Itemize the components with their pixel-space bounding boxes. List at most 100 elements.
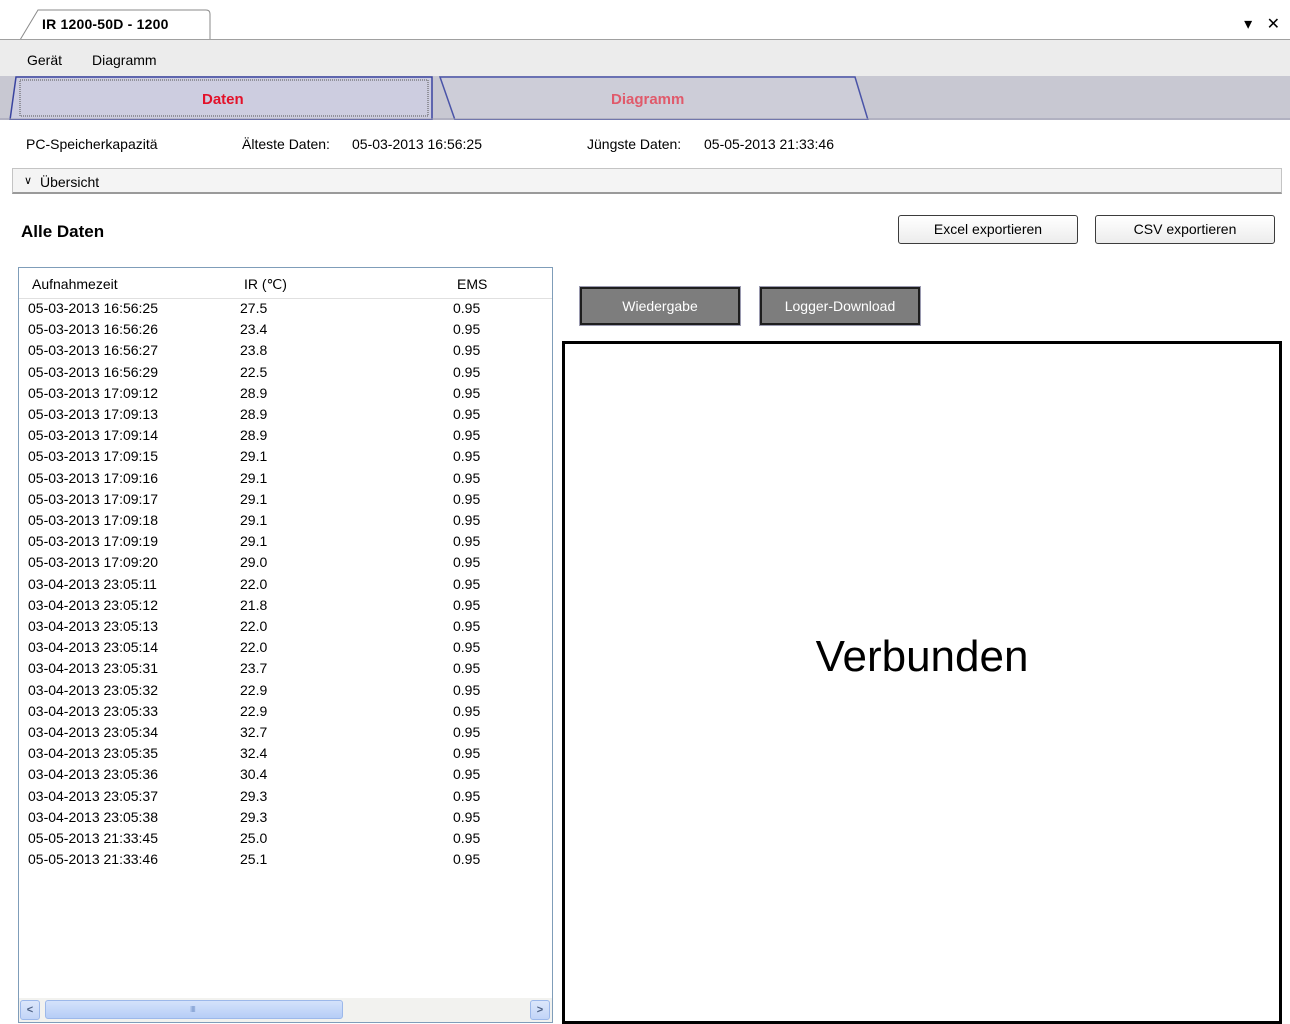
- logger-download-button[interactable]: Logger-Download: [759, 286, 921, 326]
- cell-ems: 0.95: [453, 639, 481, 656]
- cell-time: 05-03-2013 17:09:14: [28, 427, 158, 444]
- scroll-grip-icon: IIII: [190, 1005, 196, 1014]
- cell-time: 05-05-2013 21:33:45: [28, 830, 158, 846]
- cell-ems: 0.95: [453, 808, 481, 825]
- cell-ems: 0.95: [453, 384, 481, 401]
- cell-time: 03-04-2013 23:05:11: [28, 575, 157, 592]
- cell-ir: 22.9: [240, 681, 268, 698]
- cell-ems: 0.95: [453, 787, 481, 804]
- cell-time: 03-04-2013 23:05:38: [28, 808, 158, 825]
- cell-ir: 23.8: [240, 342, 268, 359]
- cell-ems: 0.95: [453, 702, 481, 719]
- cell-ir: 22.0: [240, 639, 268, 656]
- cell-ir: 29.3: [240, 787, 268, 804]
- cell-time: 03-04-2013 23:05:34: [28, 724, 158, 740]
- cell-time: 03-04-2013 23:05:31: [28, 660, 158, 677]
- newest-data-label: Jüngste Daten:: [587, 136, 682, 152]
- cell-ir: 32.4: [240, 745, 268, 762]
- oldest-data-label: Älteste Daten:: [242, 136, 330, 152]
- cell-ems: 0.95: [453, 300, 481, 316]
- cell-ems: 0.95: [453, 618, 481, 634]
- cell-ems: 0.95: [453, 554, 481, 571]
- cell-time: 03-04-2013 23:05:36: [28, 766, 158, 783]
- cell-ir: 22.0: [240, 618, 268, 634]
- cell-ir: 23.7: [240, 660, 268, 677]
- cell-ir: 25.0: [240, 830, 268, 846]
- close-icon[interactable]: ✕: [1267, 16, 1280, 33]
- cell-time: 05-03-2013 17:09:16: [28, 469, 158, 486]
- cell-ir: 29.3: [240, 808, 268, 825]
- cell-time: 03-04-2013 23:05:13: [28, 618, 158, 634]
- status-text: Verbunden: [815, 632, 1029, 681]
- capacity-label: PC-Speicherkapazitä: [26, 136, 158, 152]
- column-header-ems[interactable]: EMS: [457, 276, 487, 292]
- cell-ir: 32.7: [240, 724, 268, 740]
- cell-ir: 30.4: [240, 766, 268, 783]
- tab-daten-label: Daten: [202, 91, 244, 108]
- excel-export-button[interactable]: Excel exportieren: [898, 215, 1078, 244]
- column-header-time[interactable]: Aufnahmezeit: [32, 276, 118, 292]
- status-panel: [562, 341, 1282, 1024]
- cell-ir: 29.1: [240, 533, 268, 550]
- cell-time: 05-03-2013 17:09:18: [28, 512, 158, 528]
- cell-ems: 0.95: [453, 660, 481, 677]
- dropdown-arrow-icon[interactable]: ▾: [1244, 16, 1252, 33]
- scroll-left-button[interactable]: <: [20, 1000, 40, 1020]
- cell-ems: 0.95: [453, 724, 481, 740]
- cell-ems: 0.95: [453, 596, 481, 613]
- cell-time: 05-03-2013 16:56:25: [28, 300, 158, 316]
- cell-time: 05-03-2013 16:56:27: [28, 342, 158, 359]
- cell-ems: 0.95: [453, 512, 481, 528]
- cell-time: 05-03-2013 17:09:19: [28, 533, 158, 550]
- csv-export-button[interactable]: CSV exportieren: [1095, 215, 1275, 244]
- window-controls: ▾ ✕: [1234, 14, 1280, 34]
- cell-ems: 0.95: [453, 681, 481, 698]
- playback-button[interactable]: Wiedergabe: [579, 286, 741, 326]
- section-title: Alle Daten: [21, 222, 105, 241]
- newest-data-value: 05-05-2013 21:33:46: [704, 136, 834, 152]
- cell-ems: 0.95: [453, 448, 481, 465]
- cell-time: 05-03-2013 17:09:17: [28, 490, 158, 507]
- cell-ir: 29.1: [240, 512, 268, 528]
- cell-ems: 0.95: [453, 342, 481, 359]
- cell-time: 05-03-2013 17:09:20: [28, 554, 158, 571]
- cell-time: 03-04-2013 23:05:32: [28, 681, 158, 698]
- cell-time: 03-04-2013 23:05:33: [28, 702, 158, 719]
- cell-ems: 0.95: [453, 321, 481, 338]
- cell-ems: 0.95: [453, 406, 481, 422]
- cell-ems: 0.95: [453, 575, 481, 592]
- chevrons-down-icon: ∨: [24, 175, 33, 187]
- oldest-data-value: 05-03-2013 16:56:25: [352, 136, 482, 152]
- cell-time: 05-03-2013 16:56:29: [28, 363, 158, 380]
- cell-ems: 0.95: [453, 469, 481, 486]
- cell-ir: 28.9: [240, 384, 268, 401]
- cell-ir: 27.5: [240, 300, 268, 316]
- overview-bar[interactable]: [12, 168, 1282, 194]
- scroll-right-button[interactable]: >: [530, 1000, 550, 1020]
- cell-ems: 0.95: [453, 745, 481, 762]
- cell-time: 05-03-2013 16:56:26: [28, 321, 158, 338]
- cell-ir: 28.9: [240, 427, 268, 444]
- document-tab-label: IR 1200-50D - 1200: [42, 16, 169, 32]
- cell-ir: 29.1: [240, 469, 268, 486]
- column-header-ir[interactable]: IR (℃): [244, 276, 287, 293]
- cell-time: 03-04-2013 23:05:14: [28, 639, 158, 656]
- cell-ems: 0.95: [453, 830, 481, 846]
- cell-ems: 0.95: [453, 851, 481, 868]
- menu-item-diagramm[interactable]: Diagramm: [92, 52, 157, 68]
- cell-time: 05-03-2013 17:09:13: [28, 406, 158, 422]
- cell-ems: 0.95: [453, 766, 481, 783]
- cell-ir: 29.0: [240, 554, 268, 571]
- cell-ir: 29.1: [240, 490, 268, 507]
- cell-ir: 29.1: [240, 448, 268, 465]
- cell-time: 05-05-2013 21:33:46: [28, 851, 158, 868]
- cell-ems: 0.95: [453, 363, 481, 380]
- cell-ir: 22.5: [240, 363, 268, 380]
- cell-ir: 23.4: [240, 321, 268, 338]
- cell-time: 03-04-2013 23:05:12: [28, 596, 158, 613]
- cell-ems: 0.95: [453, 427, 481, 444]
- cell-ems: 0.95: [453, 490, 481, 507]
- menu-item-geraet[interactable]: Gerät: [27, 52, 62, 68]
- cell-ir: 22.9: [240, 702, 268, 719]
- tab-diagramm-label: Diagramm: [611, 91, 685, 108]
